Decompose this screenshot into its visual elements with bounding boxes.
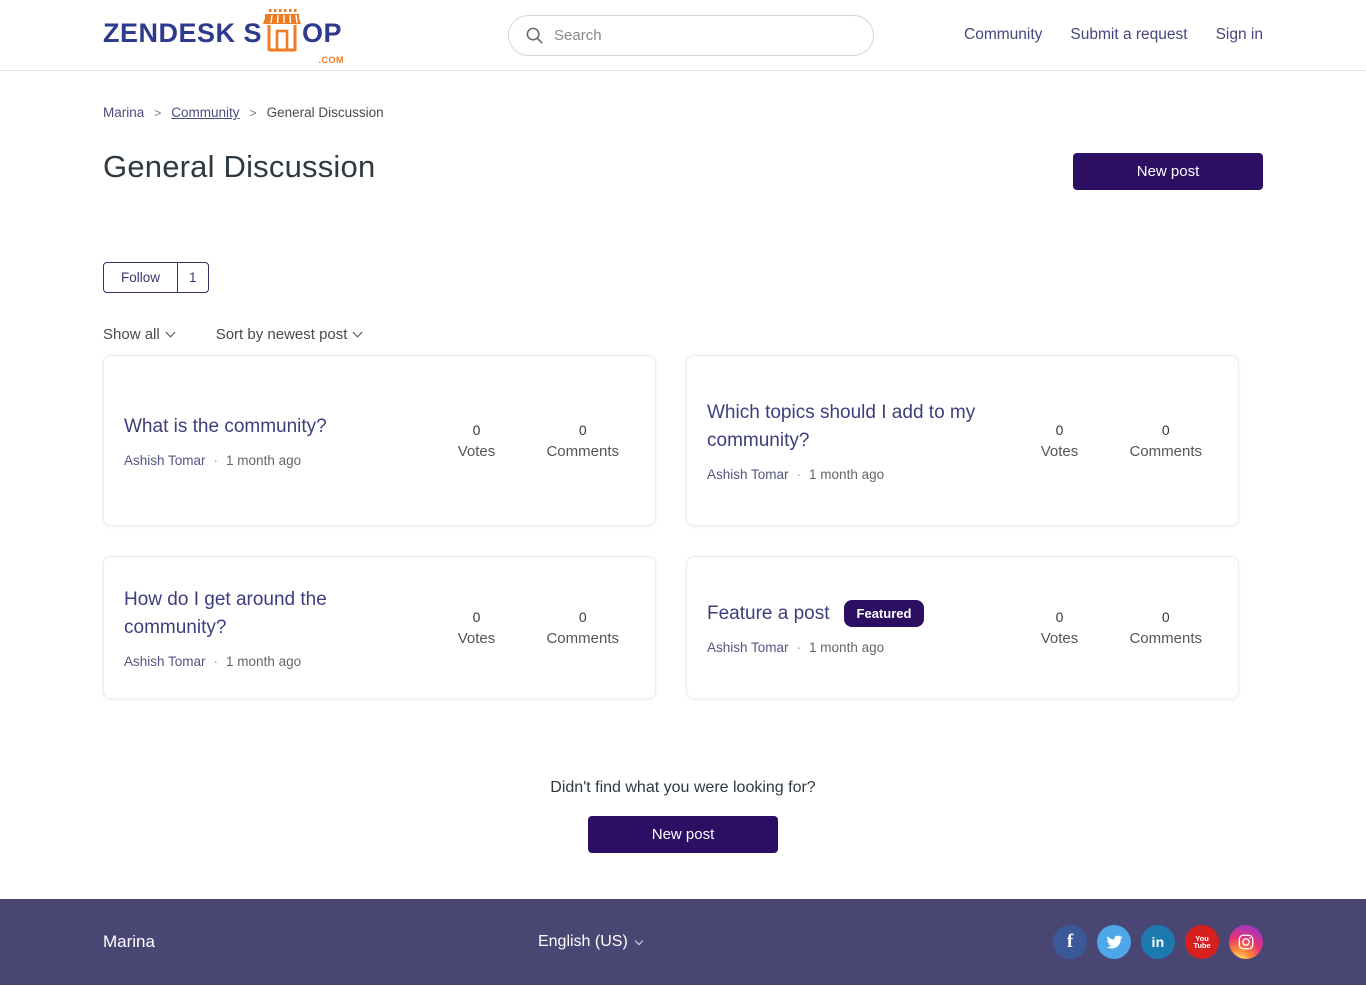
votes-label: Votes [1033,630,1085,647]
show-all-dropdown[interactable]: Show all [103,326,174,343]
votes-label: Votes [1033,443,1085,460]
votes-stat: 0 Votes [450,422,502,460]
comments-label: Comments [1129,630,1202,647]
cta-text: Didn't find what you were looking for? [103,779,1263,797]
follow-button[interactable]: Follow 1 [103,262,209,293]
footer-site-name: Marina [103,932,155,952]
post-list: What is the community? Ashish Tomar · 1 … [103,355,1239,699]
show-all-label: Show all [103,326,160,343]
sort-by-dropdown[interactable]: Sort by newest post [216,326,362,343]
post-timestamp: 1 month ago [226,654,301,669]
site-logo[interactable]: ZENDESK S OP .COM [103,13,342,57]
language-selector[interactable]: English (US) [538,933,642,951]
comments-label: Comments [1129,443,1202,460]
chevron-down-icon [353,328,363,338]
post-author: Ashish Tomar [124,453,206,468]
comments-stat: 0 Comments [1129,609,1202,647]
post-timestamp: 1 month ago [809,640,884,655]
votes-count: 0 [1033,422,1085,438]
post-author: Ashish Tomar [707,640,789,655]
post-author: Ashish Tomar [124,654,206,669]
comments-count: 0 [546,422,619,438]
nav-community-link[interactable]: Community [964,26,1042,44]
logo-text-left: ZENDESK S [103,13,262,53]
votes-stat: 0 Votes [1033,609,1085,647]
post-title-link[interactable]: Which topics should I add to my communit… [707,399,1013,454]
chevron-down-icon [635,936,643,944]
breadcrumb-separator: > [250,106,257,120]
votes-count: 0 [450,609,502,625]
nav-submit-request-link[interactable]: Submit a request [1070,26,1187,44]
meta-separator: · [214,654,219,669]
breadcrumb-separator: > [154,106,161,120]
main-nav: Community Submit a request Sign in [964,26,1263,44]
search-icon [525,26,544,45]
comments-label: Comments [546,443,619,460]
follow-count: 1 [177,263,208,292]
post-author: Ashish Tomar [707,467,789,482]
votes-label: Votes [450,443,502,460]
filter-row: Show all Sort by newest post [103,326,1263,343]
nav-sign-in-link[interactable]: Sign in [1216,26,1263,44]
youtube-icon[interactable]: You Tube [1185,925,1219,959]
search-bar[interactable] [508,15,874,56]
post-timestamp: 1 month ago [226,453,301,468]
social-links: f in You Tube [1053,925,1263,959]
logo-text-right: OP [302,13,342,53]
meta-separator: · [214,453,219,468]
votes-stat: 0 Votes [1033,422,1085,460]
breadcrumb-community-link[interactable]: Community [171,105,239,120]
header: ZENDESK S OP .COM [0,0,1366,71]
comments-label: Comments [546,630,619,647]
breadcrumb: Marina > Community > General Discussion [103,105,1263,120]
featured-badge: Featured [844,600,925,627]
breadcrumb-current-page: General Discussion [267,105,384,120]
votes-count: 0 [450,422,502,438]
post-title-link[interactable]: How do I get around the community? [124,586,430,641]
chevron-down-icon [165,328,175,338]
facebook-icon[interactable]: f [1053,925,1087,959]
votes-count: 0 [1033,609,1085,625]
new-post-button-bottom[interactable]: New post [588,816,778,853]
new-post-button-top[interactable]: New post [1073,153,1263,190]
votes-label: Votes [450,630,502,647]
post-title-link[interactable]: Feature a post [707,600,830,628]
footer: Marina English (US) f in You Tube [0,899,1366,985]
post-card[interactable]: Which topics should I add to my communit… [686,355,1239,526]
logo-com-suffix: .COM [319,55,345,65]
votes-stat: 0 Votes [450,609,502,647]
instagram-icon[interactable] [1229,925,1263,959]
meta-separator: · [797,467,802,482]
comments-stat: 0 Comments [1129,422,1202,460]
post-title-link[interactable]: What is the community? [124,413,327,441]
comments-count: 0 [546,609,619,625]
meta-separator: · [797,640,802,655]
follow-label: Follow [104,263,177,292]
breadcrumb-marina-link[interactable]: Marina [103,105,144,120]
language-label: English (US) [538,933,628,951]
sort-by-label: Sort by newest post [216,326,348,343]
page-title: General Discussion [103,149,375,185]
comments-stat: 0 Comments [546,609,619,647]
comments-count: 0 [1129,609,1202,625]
storefront-icon [263,9,301,53]
twitter-icon[interactable] [1097,925,1131,959]
post-card[interactable]: Feature a post Featured Ashish Tomar · 1… [686,556,1239,699]
post-card[interactable]: How do I get around the community? Ashis… [103,556,656,699]
post-timestamp: 1 month ago [809,467,884,482]
linkedin-icon[interactable]: in [1141,925,1175,959]
comments-stat: 0 Comments [546,422,619,460]
search-input[interactable] [554,27,857,44]
post-card[interactable]: What is the community? Ashish Tomar · 1 … [103,355,656,526]
cta-section: Didn't find what you were looking for? N… [103,779,1263,853]
title-row: General Discussion New post [103,149,1263,190]
comments-count: 0 [1129,422,1202,438]
